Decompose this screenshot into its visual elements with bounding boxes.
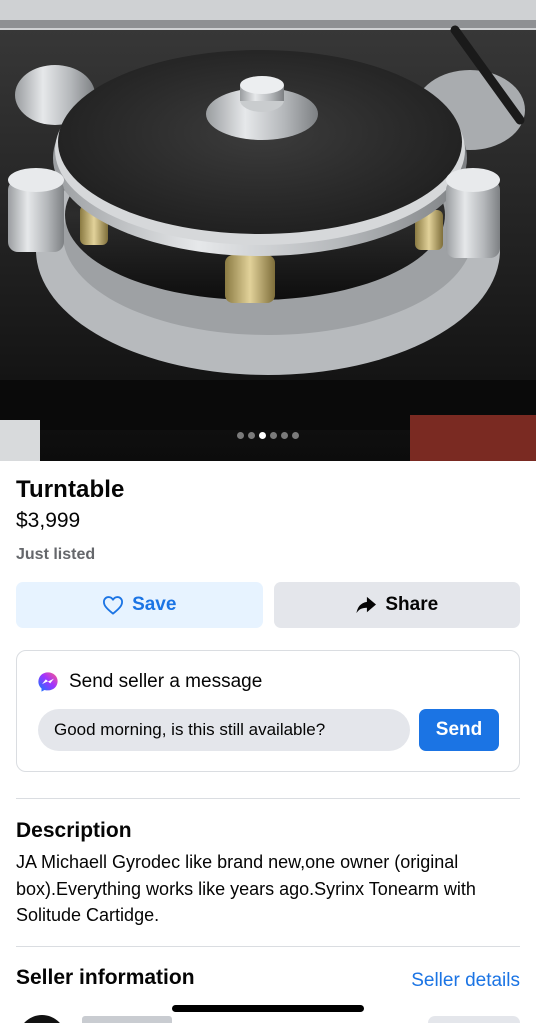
seller-details-link[interactable]: Seller details	[411, 970, 520, 992]
pagination-dot[interactable]	[270, 432, 277, 439]
send-button[interactable]: Send	[419, 709, 499, 751]
listing-photo[interactable]	[0, 0, 536, 461]
share-button[interactable]: Share	[273, 582, 520, 628]
pagination-dot[interactable]	[237, 432, 244, 439]
home-indicator[interactable]	[172, 1005, 364, 1012]
seller-follow-button[interactable]	[428, 1016, 520, 1023]
heart-outline-icon	[103, 596, 124, 615]
pagination-dot-active[interactable]	[259, 432, 266, 439]
description-heading: Description	[16, 819, 132, 842]
section-divider	[16, 798, 520, 799]
description-text: JA Michaell Gyrodec like brand new,one o…	[16, 852, 476, 925]
section-divider	[16, 946, 520, 947]
listing-status: Just listed	[16, 546, 96, 563]
pagination-dot[interactable]	[281, 432, 288, 439]
seller-info-heading: Seller information	[16, 966, 195, 989]
listing-title: Turntable	[16, 476, 125, 503]
message-input[interactable]: Good morning, is this still available?	[38, 709, 410, 751]
seller-avatar[interactable]	[18, 1015, 66, 1023]
photo-pagination[interactable]	[0, 432, 536, 439]
messenger-icon	[38, 672, 58, 692]
listing-price: $3,999	[16, 509, 81, 532]
action-buttons: Save Share	[16, 582, 520, 628]
turntable-image	[0, 0, 536, 461]
pagination-dot[interactable]	[248, 432, 255, 439]
message-heading-label: Send seller a message	[69, 671, 263, 692]
pagination-dot[interactable]	[292, 432, 299, 439]
seller-name[interactable]	[82, 1016, 172, 1023]
save-button[interactable]: Save	[16, 582, 263, 628]
save-label: Save	[132, 594, 177, 615]
message-input-value: Good morning, is this still available?	[54, 720, 326, 739]
share-arrow-icon	[356, 596, 377, 614]
message-seller-card: Send seller a message Good morning, is t…	[16, 650, 520, 772]
message-heading: Send seller a message	[37, 671, 262, 693]
share-label: Share	[385, 594, 439, 615]
